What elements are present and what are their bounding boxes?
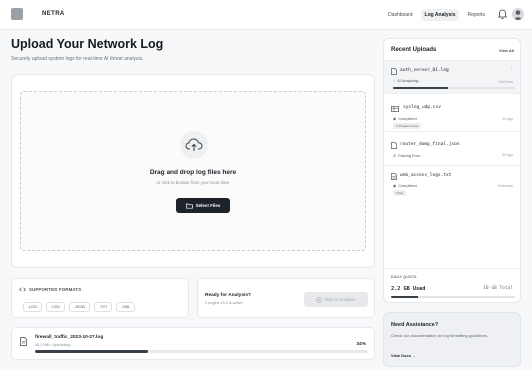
error-icon: ⊘	[393, 154, 397, 158]
recent-uploads-header: Recent Uploads View All	[384, 39, 520, 61]
start-analysis-button[interactable]: Start AI Analysis	[304, 292, 368, 307]
nav-log-analysis[interactable]: Log Analysis	[420, 9, 460, 21]
text-file-icon	[391, 173, 397, 180]
quota-label: DAILY QUOTA	[391, 275, 417, 279]
list-item[interactable]: auth_server_01.log ⋮ ◌ AI Analyzing... J…	[384, 61, 520, 94]
upload-name: auth_server_01.log	[400, 68, 449, 73]
ready-title: Ready for Analysis?	[205, 293, 251, 298]
format-chip: .JSON	[68, 302, 91, 312]
upload-time: Yesterday	[497, 184, 513, 188]
upload-time: Just Now	[498, 80, 513, 84]
play-circle-icon	[316, 296, 323, 303]
nav-reports[interactable]: Reports	[463, 9, 489, 21]
format-chip: .CSV	[46, 302, 65, 312]
select-files-button[interactable]: Select Files	[176, 198, 230, 213]
upload-time: 2h ago	[502, 117, 513, 121]
format-chip: .XML	[116, 302, 136, 312]
start-analysis-label: Start AI Analysis	[324, 297, 356, 302]
check-circle-icon: ◉	[393, 184, 397, 188]
threat-badge: 4 Threats Found	[393, 123, 421, 129]
upload-status: ◉ Completed	[393, 116, 417, 122]
quota-bar	[391, 296, 515, 298]
nav-dashboard[interactable]: Dashboard	[384, 9, 416, 21]
upload-status: ◌ AI Analyzing...	[393, 79, 421, 83]
list-item[interactable]: syslog_udp.csv ◉ Completed 2h ago 4 Thre…	[384, 94, 520, 132]
logo-icon[interactable]	[11, 8, 23, 20]
upload-status-label: AI Analyzing...	[397, 79, 422, 83]
dropzone-title: Drag and drop log files here	[149, 169, 237, 176]
spinner-icon: ◌	[393, 79, 396, 83]
bell-icon[interactable]	[498, 9, 507, 20]
top-bar: NETRA Dashboard Log Analysis Reports	[0, 0, 532, 30]
upload-file-name: firewall_traffic_2023-10-27.log	[35, 335, 104, 340]
recent-uploads-title: Recent Uploads	[391, 47, 437, 53]
file-icon	[20, 337, 27, 346]
ready-card: Ready for Analysis? 0 engine v3.0 is act…	[197, 278, 375, 318]
upload-card: Drag and drop log files here or click to…	[11, 74, 375, 268]
file-icon	[391, 68, 397, 75]
upload-percent: 34%	[356, 342, 366, 347]
daily-quota: DAILY QUOTA 2.2 GB Used 10 GB Total	[384, 268, 520, 302]
upload-name: syslog_udp.csv	[403, 105, 441, 110]
dropzone-subtitle: or click to browse from your local drive	[156, 180, 230, 185]
cloud-upload-icon	[185, 138, 203, 151]
upload-status: ◉ Completed	[393, 183, 417, 189]
format-chip: .TXT	[94, 302, 113, 312]
list-item[interactable]: web_access_logs.txt ◉ Completed Yesterda…	[384, 166, 520, 206]
upload-progress-bar	[393, 87, 515, 89]
list-item[interactable]: router_dump_final.json ⊘ Parsing Error 5…	[384, 132, 520, 166]
select-files-label: Select Files	[195, 203, 221, 208]
view-all-link[interactable]: View All	[499, 48, 514, 53]
upload-progress-fill	[393, 87, 448, 89]
view-docs-link[interactable]: View Docs →	[391, 353, 416, 358]
upload-time: 5h ago	[502, 153, 513, 157]
quota-total: 10 GB Total	[483, 286, 513, 291]
help-body: Check our documentation for log formatti…	[391, 333, 488, 338]
upload-status-label: Parsing Error	[398, 153, 421, 158]
upload-progress-bar	[35, 350, 368, 353]
recent-uploads-panel: Recent Uploads View All auth_server_01.l…	[383, 38, 521, 303]
formats-title: SUPPORTED FORMATS	[19, 287, 81, 292]
page-subtitle: Securely upload system logs for real-tim…	[11, 56, 144, 62]
upload-name: web_access_logs.txt	[400, 173, 452, 178]
dropzone[interactable]: Drag and drop log files here or click to…	[20, 91, 366, 251]
more-icon[interactable]: ⋮	[509, 66, 514, 72]
file-icon	[391, 142, 397, 149]
help-card: Need Assistance? Check our documentation…	[383, 312, 521, 367]
supported-formats-card: SUPPORTED FORMATS .LOG .CSV .JSON .TXT .…	[11, 278, 189, 318]
upload-status-label: Completed	[398, 116, 417, 121]
check-circle-icon: ◉	[393, 117, 397, 121]
formats-title-label: SUPPORTED FORMATS	[29, 287, 82, 292]
upload-meta: 45.2 MB • Uploading...	[35, 343, 73, 347]
ready-subtitle: 0 engine v3.0 is active.	[205, 301, 244, 305]
format-chip: .LOG	[23, 302, 43, 312]
code-icon	[19, 287, 26, 292]
table-file-icon	[391, 106, 399, 112]
upload-status: ⊘ Parsing Error	[393, 153, 421, 159]
upload-name: router_dump_final.json	[400, 142, 460, 147]
help-title: Need Assistance?	[391, 322, 439, 328]
upload-circle	[180, 131, 208, 159]
folder-icon	[185, 203, 193, 209]
quota-fill	[391, 296, 419, 298]
page-title: Upload Your Network Log	[11, 37, 164, 51]
upload-status-label: Completed	[398, 183, 417, 188]
upload-progress-fill	[35, 350, 149, 353]
quota-used: 2.2 GB Used	[391, 286, 426, 292]
format-chips: .LOG .CSV .JSON .TXT .XML	[23, 302, 136, 312]
clear-badge: Clear	[393, 190, 407, 196]
brand-name: NETRA	[42, 11, 65, 17]
main-nav: Dashboard Log Analysis Reports	[384, 9, 489, 21]
current-upload-card: firewall_traffic_2023-10-27.log 45.2 MB …	[11, 327, 375, 360]
avatar[interactable]	[512, 8, 524, 20]
